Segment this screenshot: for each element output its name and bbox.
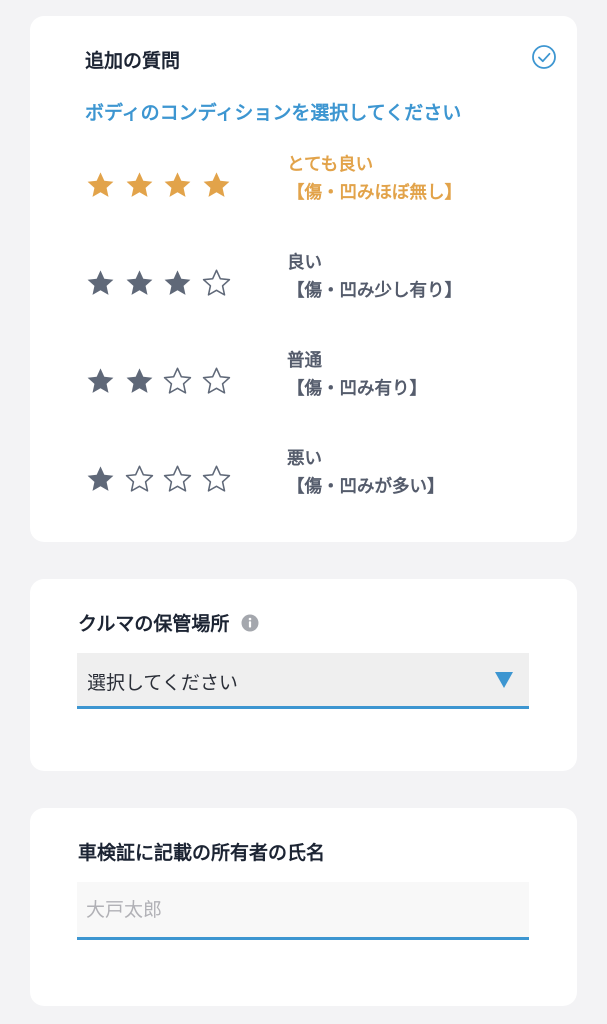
- info-icon[interactable]: [241, 614, 259, 632]
- owner-name-input[interactable]: [77, 882, 529, 937]
- star-empty-icon: [202, 269, 230, 296]
- rating-option-title: 良い: [287, 253, 322, 273]
- rating-option-bad[interactable]: 悪い 【傷・凹みが多い】: [85, 444, 555, 514]
- star-filled-icon: [126, 367, 152, 393]
- owner-name-label: 車検証に記載の所有者の氏名: [78, 842, 326, 864]
- rating-option-good[interactable]: 良い 【傷・凹み少し有り】: [85, 248, 555, 318]
- question-title: 追加の質問: [85, 50, 181, 72]
- rating-option-detail: 【傷・凹みほぼ無し】: [287, 183, 462, 203]
- star-empty-icon: [202, 367, 230, 394]
- additional-question-card: 追加の質問 ボディのコンディションを選択してください とても良い 【傷・凹みほぼ…: [30, 16, 577, 542]
- star-filled-icon: [87, 269, 114, 295]
- star-rating: [85, 346, 239, 416]
- star-filled-icon: [126, 269, 152, 295]
- rating-option-very-good[interactable]: とても良い 【傷・凹みほぼ無し】: [85, 150, 555, 220]
- storage-location-card: クルマの保管場所 選択してください: [30, 579, 577, 771]
- star-filled-icon: [126, 171, 152, 197]
- rating-option-detail: 【傷・凹み有り】: [287, 379, 427, 399]
- star-rating: [85, 444, 239, 514]
- star-empty-icon: [202, 465, 230, 492]
- star-filled-icon: [203, 171, 229, 197]
- owner-name-field: [77, 882, 529, 940]
- rating-option-title: とても良い: [287, 155, 374, 175]
- select-value: 選択してください: [87, 672, 238, 694]
- check-circle-icon: [532, 45, 556, 69]
- rating-option-label: とても良い 【傷・凹みほぼ無し】: [287, 151, 462, 207]
- star-empty-icon: [163, 367, 192, 394]
- owner-name-card: 車検証に記載の所有者の氏名: [30, 808, 577, 1006]
- rating-option-detail: 【傷・凹みが多い】: [287, 477, 445, 497]
- star-filled-icon: [87, 367, 114, 393]
- star-filled-icon: [164, 171, 191, 197]
- triangle-down-icon: [495, 672, 513, 688]
- rating-option-label: 良い 【傷・凹み少し有り】: [287, 249, 462, 305]
- rating-option-title: 悪い: [287, 449, 322, 469]
- star-empty-icon: [163, 465, 192, 492]
- star-filled-icon: [87, 465, 114, 491]
- star-rating: [85, 150, 239, 220]
- storage-location-label: クルマの保管場所: [78, 613, 230, 635]
- storage-location-label-row: クルマの保管場所: [78, 609, 259, 636]
- star-filled-icon: [164, 269, 191, 295]
- star-rating: [85, 248, 239, 318]
- rating-option-label: 悪い 【傷・凹みが多い】: [287, 445, 445, 501]
- star-filled-icon: [87, 171, 114, 197]
- rating-option-label: 普通 【傷・凹み有り】: [287, 347, 427, 403]
- storage-location-select[interactable]: 選択してください: [77, 653, 529, 709]
- rating-option-title: 普通: [287, 351, 322, 371]
- rating-option-detail: 【傷・凹み少し有り】: [287, 281, 462, 301]
- rating-option-average[interactable]: 普通 【傷・凹み有り】: [85, 346, 555, 416]
- star-empty-icon: [125, 465, 153, 492]
- question-subtitle: ボディのコンディションを選択してください: [85, 102, 462, 124]
